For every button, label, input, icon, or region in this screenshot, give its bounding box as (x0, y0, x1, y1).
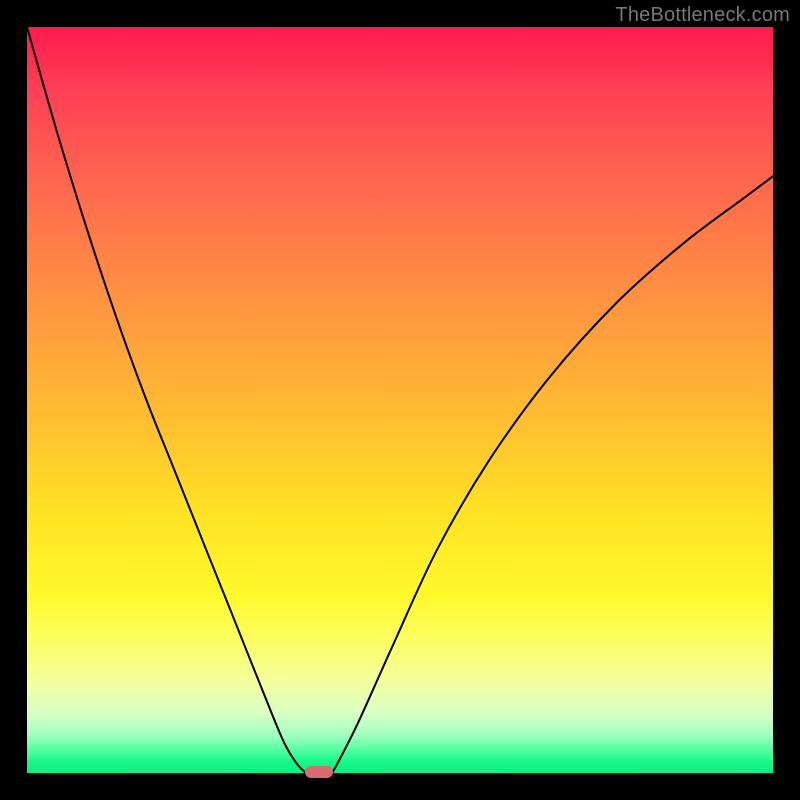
watermark-text: TheBottleneck.com (615, 4, 790, 27)
left-curve (27, 27, 306, 773)
curve-layer (27, 27, 773, 773)
right-curve (332, 176, 773, 773)
minimum-marker (305, 766, 333, 778)
plot-area (27, 27, 773, 773)
chart-frame: TheBottleneck.com (0, 0, 800, 800)
